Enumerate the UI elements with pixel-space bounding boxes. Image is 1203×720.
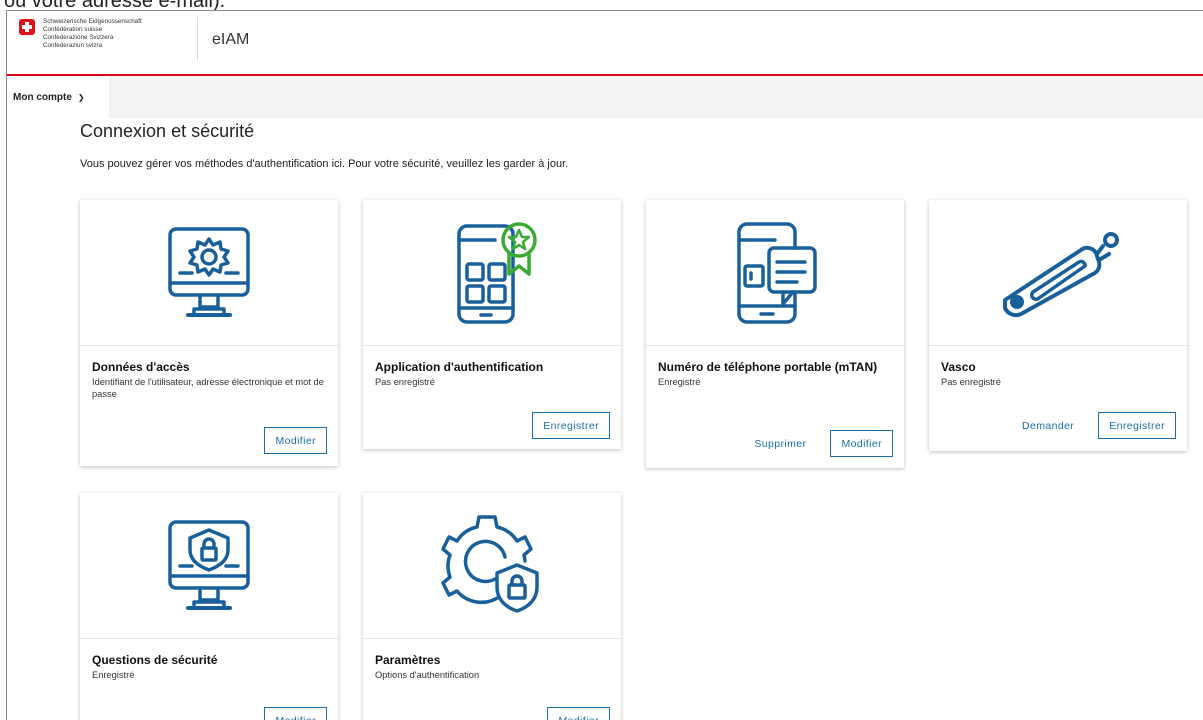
modify-button[interactable]: Modifier [547,707,610,720]
confederation-line: Schweizerische Eidgenossenschaft [43,18,142,25]
card-access-data: Données d'accès Identifiant de l'utilisa… [80,200,338,466]
account-menu[interactable]: Mon compte ❯ [7,76,109,118]
page-title: Connexion et sécurité [80,121,255,141]
register-button[interactable]: Enregistrer [1098,412,1176,439]
card-title: Paramètres [375,653,441,667]
card-vasco: Vasco Pas enregistré Demander Enregistre… [929,200,1187,451]
card-subtitle: Enregistré [92,670,135,680]
modify-button[interactable]: Modifier [830,430,893,457]
card-title: Numéro de téléphone portable (mTAN) [658,360,878,374]
card-title: Application d'authentification [375,360,544,374]
delete-link[interactable]: Supprimer [754,438,806,450]
card-title: Vasco [941,360,976,374]
card-security-questions: Questions de sécurité Enregistré Modifie… [80,493,338,720]
monitor-shield-lock-icon [168,519,250,610]
cropped-top-text: ou votre adresse e-mail). [0,0,1203,10]
register-button[interactable]: Enregistrer [532,412,610,439]
browser-frame: Schweizerische Eidgenossenschaft Confédé… [6,10,1203,720]
card-authenticator-app: Application d'authentification Pas enreg… [363,200,621,449]
card-subtitle: Pas enregistré [941,377,1001,387]
card-title: Questions de sécurité [92,653,218,667]
confederation-line: Confederazione Svizzera [43,34,114,41]
gear-shield-lock-icon [441,514,539,613]
account-menu-label: Mon compte [13,91,72,103]
card-mobile-number: Numéro de téléphone portable (mTAN) Enre… [646,200,904,468]
usb-token-icon [1003,231,1119,317]
header-divider [197,17,198,61]
card-subtitle: Pas enregistré [375,377,435,387]
monitor-gear-icon [168,226,250,317]
confederation-line: Confederaziun svizra [43,42,103,49]
card-subtitle: Identifiant de l'utilisateur, adresse él… [92,377,324,399]
nav-bar: Mon compte ❯ [7,76,1203,118]
card-subtitle: Enregistré [658,377,701,387]
confederation-line: Confédération suisse [43,26,103,33]
page-description: Vous pouvez gérer vos méthodes d'authent… [80,158,569,170]
chevron-down-icon: ❯ [77,92,85,102]
app-name[interactable]: eIAM [212,31,249,49]
modify-button[interactable]: Modifier [264,427,327,454]
swiss-flag-icon [19,19,35,35]
modify-button[interactable]: Modifier [264,707,327,720]
card-subtitle: Options d'authentification [375,670,480,680]
card-title: Données d'accès [92,360,190,374]
header: Schweizerische Eidgenossenschaft Confédé… [7,11,1203,76]
phone-apps-badge-icon [457,221,537,324]
request-link[interactable]: Demander [1022,420,1074,432]
phone-message-icon [737,221,817,324]
confederation-logo: Schweizerische Eidgenossenschaft Confédé… [19,18,183,50]
card-settings: Paramètres Options d'authentification Mo… [363,493,621,720]
